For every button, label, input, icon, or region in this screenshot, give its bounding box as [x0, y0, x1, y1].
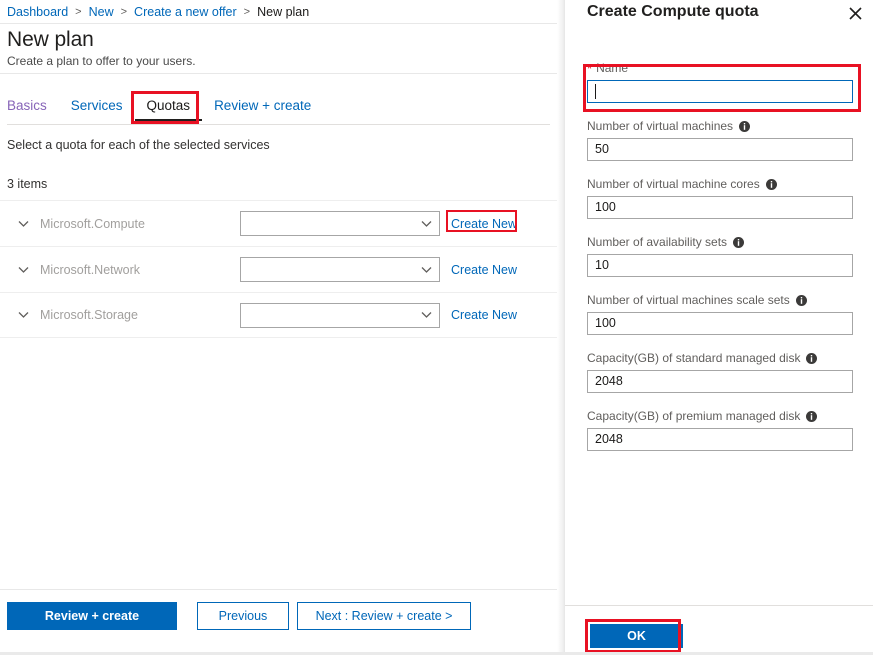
- wizard-tabs: Basics Services Quotas Review + create: [7, 95, 323, 125]
- text-caret: [595, 84, 596, 99]
- input-number-of-virtual-machines[interactable]: 50: [587, 138, 853, 161]
- field-label-text: Number of availability sets: [587, 235, 728, 249]
- tab-review-create[interactable]: Review + create: [202, 95, 323, 117]
- breadcrumb-item-new-plan: New plan: [257, 4, 310, 19]
- quota-select[interactable]: [240, 211, 440, 236]
- previous-button[interactable]: Previous: [197, 602, 289, 630]
- field-label: Capacity(GB) of standard managed disk: [587, 350, 853, 366]
- blade-title-block: New plan Create a plan to offer to your …: [7, 27, 196, 69]
- info-icon[interactable]: [806, 410, 818, 422]
- chevron-down-icon: [420, 218, 432, 230]
- chevron-down-icon: [420, 309, 432, 321]
- info-icon[interactable]: [765, 178, 777, 190]
- form-field: * Name: [587, 60, 853, 103]
- quota-list: Microsoft.Compute Create New Microsoft.Net…: [0, 200, 557, 338]
- panel-title: Create Compute quota: [587, 3, 759, 20]
- ok-button[interactable]: OK: [590, 624, 683, 648]
- close-icon[interactable]: [844, 2, 866, 24]
- info-icon[interactable]: [739, 120, 751, 132]
- breadcrumb-item-dashboard[interactable]: Dashboard: [7, 5, 68, 19]
- title-divider: [0, 73, 557, 74]
- tab-services[interactable]: Services: [59, 95, 135, 117]
- breadcrumb-separator: >: [75, 5, 82, 18]
- chevron-down-icon[interactable]: [16, 217, 30, 231]
- breadcrumb-item-new[interactable]: New: [89, 5, 114, 19]
- page-title: New plan: [7, 28, 94, 51]
- review-create-button[interactable]: Review + create: [7, 602, 177, 630]
- quota-row: Microsoft.Storage Create New: [0, 292, 557, 338]
- form-field: Capacity(GB) of standard managed disk 204…: [587, 350, 853, 393]
- input-name[interactable]: [587, 80, 853, 103]
- field-label: Capacity(GB) of premium managed disk: [587, 408, 853, 424]
- info-icon[interactable]: [806, 352, 818, 364]
- info-icon[interactable]: [795, 294, 807, 306]
- tab-quotas[interactable]: Quotas: [134, 95, 203, 121]
- info-icon[interactable]: [733, 236, 745, 248]
- quota-select[interactable]: [240, 302, 440, 328]
- breadcrumb-separator: >: [243, 5, 251, 18]
- input-capacity-gb-of-premium-managed-disk[interactable]: 2048: [587, 428, 853, 451]
- page-subtitle: Create a plan to offer to your users.: [7, 54, 196, 68]
- create-new-link[interactable]: Create New: [451, 263, 517, 277]
- chevron-down-icon: [420, 264, 432, 276]
- field-label-text: Capacity(GB) of premium managed disk: [587, 409, 801, 423]
- quota-service-name: Microsoft.Compute: [40, 216, 145, 231]
- field-label-text: Name: [596, 61, 629, 75]
- field-label: Number of virtual machine cores: [587, 176, 853, 192]
- item-count: 3 items: [7, 177, 48, 191]
- field-label-text: Number of virtual machine cores: [587, 177, 760, 191]
- input-number-of-availability-sets[interactable]: 10: [587, 254, 853, 277]
- field-label-text: Capacity(GB) of standard managed disk: [587, 351, 801, 365]
- wizard-footer: Review + create Previous Next : Review +…: [0, 590, 557, 655]
- input-number-of-virtual-machine-cores[interactable]: 100: [587, 196, 853, 219]
- next-review-create-button[interactable]: Next : Review + create >: [297, 602, 471, 630]
- form-field: Capacity(GB) of premium managed disk 2048: [587, 408, 853, 451]
- panel-footer-divider: [565, 605, 873, 606]
- form-field: Number of virtual machines scale sets 100: [587, 292, 853, 335]
- panel-header: Create Compute quota: [565, 0, 873, 30]
- quota-row: Microsoft.Network Create New: [0, 246, 557, 292]
- create-new-link[interactable]: Create New: [451, 308, 517, 322]
- quota-service-name: Microsoft.Network: [40, 262, 141, 277]
- field-label: Number of virtual machines: [587, 118, 853, 134]
- breadcrumb: Dashboard > New > Create a new offer > New pla…: [0, 0, 557, 24]
- breadcrumb-item-create-a-new-offer[interactable]: Create a new offer: [134, 5, 237, 19]
- quota-row: Microsoft.Compute Create New: [0, 200, 557, 246]
- chevron-down-icon[interactable]: [16, 263, 30, 277]
- form-field: Number of virtual machine cores 100: [587, 176, 853, 219]
- section-hint: Select a quota for each of the selected …: [7, 138, 270, 152]
- form-field: Number of availability sets 10: [587, 234, 853, 277]
- create-compute-quota-panel: Create Compute quota * Name Number of virt…: [565, 0, 873, 655]
- field-label-text: Number of virtual machines: [587, 119, 734, 133]
- quota-select[interactable]: [240, 257, 440, 282]
- field-label: Number of availability sets: [587, 234, 853, 250]
- tab-basics[interactable]: Basics: [7, 95, 59, 117]
- chevron-down-icon[interactable]: [16, 308, 30, 322]
- form-field: Number of virtual machines 50: [587, 118, 853, 161]
- create-new-link[interactable]: Create New: [451, 217, 517, 231]
- new-plan-blade: Dashboard > New > Create a new offer > New pla…: [0, 0, 565, 655]
- field-label: * Name: [587, 60, 853, 76]
- field-label: Number of virtual machines scale sets: [587, 292, 853, 308]
- tabs-divider: [7, 124, 550, 125]
- quota-service-name: Microsoft.Storage: [40, 308, 138, 322]
- input-number-of-virtual-machines-scale-sets[interactable]: 100: [587, 312, 853, 335]
- breadcrumb-separator: >: [120, 5, 128, 18]
- required-asterisk-icon: *: [587, 60, 593, 76]
- field-label-text: Number of virtual machines scale sets: [587, 293, 790, 307]
- input-capacity-gb-of-standard-managed-disk[interactable]: 2048: [587, 370, 853, 393]
- app-root: Dashboard > New > Create a new offer > New pla…: [0, 0, 873, 655]
